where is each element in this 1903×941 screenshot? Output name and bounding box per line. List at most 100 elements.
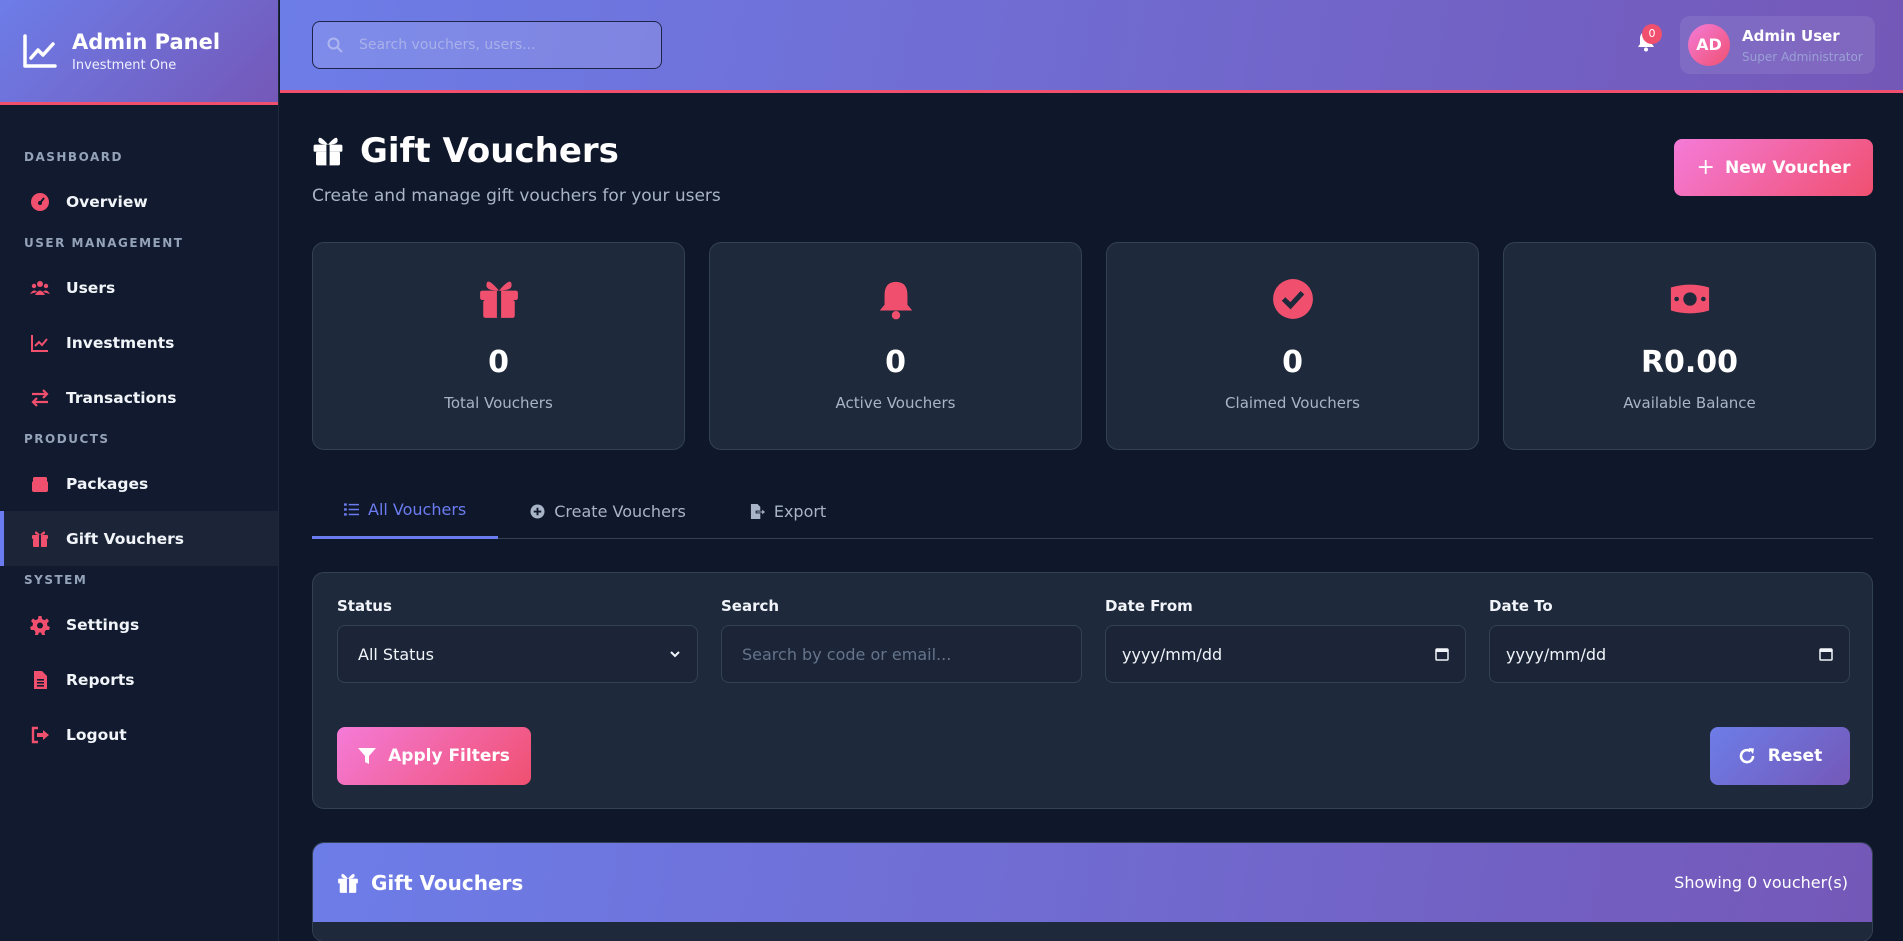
exchange-icon bbox=[29, 387, 51, 409]
sidebar-item-label: Packages bbox=[66, 474, 149, 493]
sidebar-item-label: Reports bbox=[66, 670, 135, 689]
date-from-label: Date From bbox=[1105, 597, 1193, 615]
stat-label: Claimed Vouchers bbox=[1225, 394, 1360, 412]
page-title-text: Gift Vouchers bbox=[360, 131, 619, 171]
sidebar-item-logout[interactable]: Logout bbox=[0, 707, 278, 762]
gift-icon bbox=[29, 528, 51, 550]
tab-all-vouchers[interactable]: All Vouchers bbox=[312, 483, 499, 539]
page-subtitle: Create and manage gift vouchers for your… bbox=[312, 186, 721, 206]
refresh-icon bbox=[1739, 748, 1755, 764]
tab-create-vouchers[interactable]: Create Vouchers bbox=[498, 483, 718, 539]
search-input[interactable] bbox=[359, 37, 649, 53]
global-search[interactable] bbox=[312, 21, 662, 69]
notification-badge: 0 bbox=[1642, 24, 1662, 44]
nav-section-system: SYSTEM bbox=[24, 573, 88, 587]
sidebar-item-gift-vouchers[interactable]: Gift Vouchers bbox=[0, 511, 278, 566]
list-icon bbox=[344, 503, 359, 516]
new-voucher-button[interactable]: + New Voucher bbox=[1674, 139, 1873, 196]
gift-icon bbox=[338, 873, 358, 893]
sidebar-item-overview[interactable]: Overview bbox=[0, 174, 278, 229]
sidebar-item-packages[interactable]: Packages bbox=[0, 456, 278, 511]
file-icon bbox=[29, 669, 51, 691]
tabs: All Vouchers Create Vouchers Export bbox=[312, 483, 1873, 539]
tab-label: All Vouchers bbox=[368, 500, 467, 519]
search-placeholder: Search by code or email... bbox=[742, 644, 952, 664]
money-icon bbox=[1668, 277, 1712, 321]
stat-label: Total Vouchers bbox=[444, 394, 553, 412]
date-from-input[interactable]: yyyy/mm/dd bbox=[1105, 625, 1466, 683]
gauge-icon bbox=[29, 191, 51, 213]
voucher-search-input[interactable]: Search by code or email... bbox=[721, 625, 1082, 683]
sidebar-item-label: Logout bbox=[66, 725, 127, 744]
search-icon bbox=[327, 37, 343, 53]
brand-subtitle: Investment One bbox=[72, 58, 177, 73]
new-voucher-label: New Voucher bbox=[1724, 157, 1851, 178]
chevron-down-icon bbox=[670, 651, 680, 658]
date-to-label: Date To bbox=[1489, 597, 1553, 615]
date-from-value: yyyy/mm/dd bbox=[1122, 644, 1223, 664]
sidebar-item-reports[interactable]: Reports bbox=[0, 652, 278, 707]
status-filter: Status All Status bbox=[337, 597, 698, 683]
tab-label: Create Vouchers bbox=[554, 501, 686, 521]
search-filter: Search Search by code or email... bbox=[721, 597, 1082, 683]
sidebar-item-investments[interactable]: Investments bbox=[0, 315, 278, 370]
stat-card-balance: R0.00 Available Balance bbox=[1503, 242, 1876, 450]
stat-card-total: 0 Total Vouchers bbox=[312, 242, 685, 450]
page-title: Gift Vouchers bbox=[312, 131, 619, 171]
calendar-icon[interactable] bbox=[1819, 647, 1833, 661]
bell-icon bbox=[874, 277, 918, 321]
stat-value: R0.00 bbox=[1640, 345, 1739, 380]
voucher-count: Showing 0 voucher(s) bbox=[1674, 873, 1848, 892]
nav-section-user-management: USER MANAGEMENT bbox=[24, 236, 184, 250]
check-circle-icon bbox=[1271, 277, 1315, 321]
export-icon bbox=[750, 503, 765, 519]
sidebar-item-label: Users bbox=[66, 278, 116, 297]
stat-card-active: 0 Active Vouchers bbox=[709, 242, 1082, 450]
notifications-button[interactable]: 0 bbox=[1636, 24, 1662, 56]
status-label: Status bbox=[337, 597, 392, 615]
plus-circle-icon bbox=[530, 503, 545, 519]
nav-section-products: PRODUCTS bbox=[24, 432, 110, 446]
chart-line-icon bbox=[29, 332, 51, 354]
topbar: 0 AD Admin User Super Administrator bbox=[280, 0, 1903, 93]
brand[interactable]: Admin Panel Investment One bbox=[0, 0, 278, 105]
date-to-filter: Date To yyyy/mm/dd bbox=[1489, 597, 1850, 683]
avatar: AD bbox=[1688, 24, 1730, 66]
filter-icon bbox=[358, 748, 377, 764]
sidebar-item-label: Gift Vouchers bbox=[66, 529, 185, 548]
vouchers-table-card: Gift Vouchers Showing 0 voucher(s) bbox=[312, 842, 1873, 941]
stat-value: 0 bbox=[885, 345, 906, 380]
reset-label: Reset bbox=[1767, 746, 1823, 766]
nav-section-dashboard: DASHBOARD bbox=[24, 150, 123, 164]
date-to-value: yyyy/mm/dd bbox=[1506, 644, 1607, 664]
stat-label: Active Vouchers bbox=[835, 394, 956, 412]
plus-icon: + bbox=[1696, 155, 1715, 180]
search-label: Search bbox=[721, 597, 780, 615]
status-select[interactable]: All Status bbox=[337, 625, 698, 683]
chart-line-icon bbox=[23, 34, 57, 68]
stat-card-claimed: 0 Claimed Vouchers bbox=[1106, 242, 1479, 450]
gift-icon bbox=[477, 277, 521, 321]
stat-label: Available Balance bbox=[1623, 394, 1756, 412]
apply-filters-label: Apply Filters bbox=[388, 746, 510, 766]
stat-value: 0 bbox=[488, 345, 509, 380]
sidebar-item-users[interactable]: Users bbox=[0, 260, 278, 315]
gift-icon bbox=[313, 137, 343, 166]
sidebar-item-transactions[interactable]: Transactions bbox=[0, 370, 278, 425]
sidebar-item-label: Investments bbox=[66, 333, 175, 352]
calendar-icon[interactable] bbox=[1435, 647, 1449, 661]
date-to-input[interactable]: yyyy/mm/dd bbox=[1489, 625, 1850, 683]
sidebar-item-settings[interactable]: Settings bbox=[0, 597, 278, 652]
date-from-filter: Date From yyyy/mm/dd bbox=[1105, 597, 1466, 683]
apply-filters-button[interactable]: Apply Filters bbox=[337, 727, 531, 785]
sidebar-item-label: Settings bbox=[66, 615, 140, 634]
sidebar-item-label: Transactions bbox=[66, 388, 177, 407]
user-menu[interactable]: AD Admin User Super Administrator bbox=[1680, 16, 1875, 74]
stat-value: 0 bbox=[1282, 345, 1303, 380]
tab-label: Export bbox=[773, 501, 827, 521]
sidebar: Admin Panel Investment One DASHBOARD Ove… bbox=[0, 0, 279, 941]
filters-panel: Status All Status Search Search by code … bbox=[312, 572, 1873, 809]
tab-export[interactable]: Export bbox=[718, 483, 858, 539]
logout-icon bbox=[29, 724, 51, 746]
reset-button[interactable]: Reset bbox=[1710, 727, 1850, 785]
